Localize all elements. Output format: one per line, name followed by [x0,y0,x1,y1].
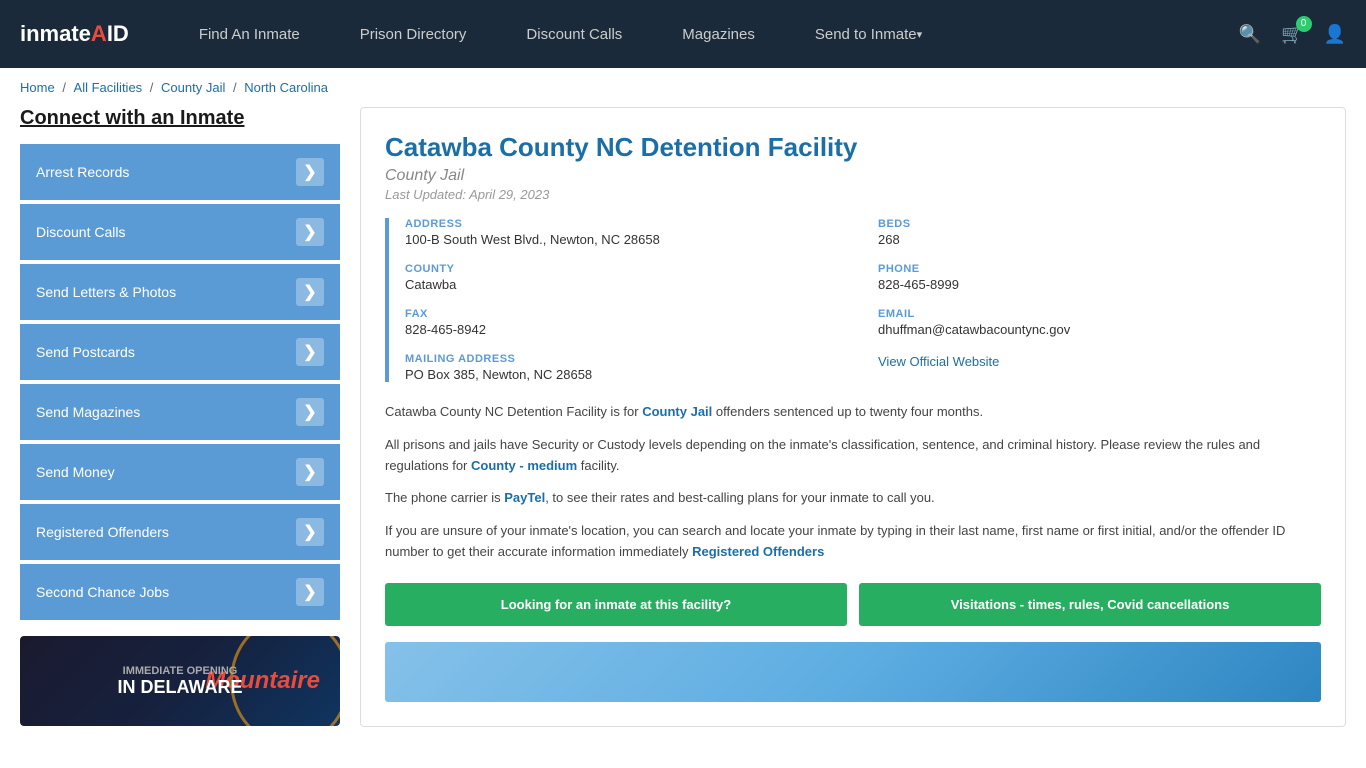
chevron-right-icon: ❯ [296,278,324,306]
sidebar-item-send-magazines[interactable]: Send Magazines ❯ [20,384,340,440]
nav-links: Find An Inmate Prison Directory Discount… [169,0,1239,68]
beds-value: 268 [878,232,1321,247]
paytel-link[interactable]: PayTel [504,490,545,505]
logo[interactable]: inmateAID [20,21,129,47]
visitations-button[interactable]: Visitations - times, rules, Covid cancel… [859,583,1321,626]
nav-send-to-inmate[interactable]: Send to Inmate [785,0,952,68]
sidebar-item-second-chance-jobs[interactable]: Second Chance Jobs ❯ [20,564,340,620]
nav-prison-directory[interactable]: Prison Directory [330,0,497,68]
registered-offenders-link[interactable]: Registered Offenders [692,544,824,559]
beds-field: BEDS 268 [878,218,1321,247]
sidebar-item-send-letters[interactable]: Send Letters & Photos ❯ [20,264,340,320]
main-container: Connect with an Inmate Arrest Records ❯ … [0,107,1366,747]
phone-label: PHONE [878,263,1321,275]
phone-field: PHONE 828-465-8999 [878,263,1321,292]
desc-para-2: All prisons and jails have Security or C… [385,435,1321,477]
mailing-field: MAILING ADDRESS PO Box 385, Newton, NC 2… [405,353,848,382]
nav-discount-calls[interactable]: Discount Calls [496,0,652,68]
breadcrumb-north-carolina[interactable]: North Carolina [244,80,328,95]
desc-para-1: Catawba County NC Detention Facility is … [385,402,1321,423]
chevron-right-icon: ❯ [296,458,324,486]
facility-image-strip [385,642,1321,702]
facility-content: Catawba County NC Detention Facility Cou… [360,107,1346,727]
website-field: View Official Website [878,353,1321,382]
address-value: 100-B South West Blvd., Newton, NC 28658 [405,232,848,247]
fax-label: FAX [405,308,848,320]
facility-updated: Last Updated: April 29, 2023 [385,187,1321,202]
sidebar: Connect with an Inmate Arrest Records ❯ … [20,107,340,727]
nav-icons: 🔍 🛒 0 👤 [1239,24,1346,45]
cart-badge: 0 [1296,16,1312,32]
chevron-right-icon: ❯ [296,578,324,606]
phone-value: 828-465-8999 [878,277,1321,292]
nav-magazines[interactable]: Magazines [652,0,785,68]
email-field: EMAIL dhuffman@catawbacountync.gov [878,308,1321,337]
breadcrumb-county-jail[interactable]: County Jail [161,80,225,95]
banner-line1: IMMEDIATE OPENING [117,665,242,677]
address-field: ADDRESS 100-B South West Blvd., Newton, … [405,218,848,247]
chevron-right-icon: ❯ [296,518,324,546]
county-label: COUNTY [405,263,848,275]
address-label: ADDRESS [405,218,848,230]
mailing-value: PO Box 385, Newton, NC 28658 [405,367,848,382]
action-buttons: Looking for an inmate at this facility? … [385,583,1321,626]
breadcrumb: Home / All Facilities / County Jail / No… [0,68,1366,107]
county-jail-link-1[interactable]: County Jail [642,404,712,419]
email-label: EMAIL [878,308,1321,320]
sidebar-item-registered-offenders[interactable]: Registered Offenders ❯ [20,504,340,560]
county-field: COUNTY Catawba [405,263,848,292]
nav-find-inmate[interactable]: Find An Inmate [169,0,330,68]
cart-icon[interactable]: 🛒 0 [1281,24,1303,45]
desc-para-3: The phone carrier is PayTel, to see thei… [385,488,1321,509]
email-value: dhuffman@catawbacountync.gov [878,322,1321,337]
facility-description: Catawba County NC Detention Facility is … [385,402,1321,563]
facility-type: County Jail [385,167,1321,185]
banner-text: IMMEDIATE OPENING IN DELAWARE [117,665,242,698]
fax-field: FAX 828-465-8942 [405,308,848,337]
banner-line2: IN DELAWARE [117,677,242,698]
find-inmate-button[interactable]: Looking for an inmate at this facility? [385,583,847,626]
chevron-right-icon: ❯ [296,398,324,426]
info-grid: ADDRESS 100-B South West Blvd., Newton, … [385,218,1321,382]
sidebar-title: Connect with an Inmate [20,107,340,130]
sidebar-item-send-postcards[interactable]: Send Postcards ❯ [20,324,340,380]
beds-label: BEDS [878,218,1321,230]
breadcrumb-all-facilities[interactable]: All Facilities [74,80,143,95]
breadcrumb-home[interactable]: Home [20,80,55,95]
chevron-right-icon: ❯ [296,158,324,186]
official-website-link[interactable]: View Official Website [878,354,999,369]
chevron-right-icon: ❯ [296,338,324,366]
fax-value: 828-465-8942 [405,322,848,337]
user-icon[interactable]: 👤 [1324,24,1346,45]
chevron-right-icon: ❯ [296,218,324,246]
search-icon[interactable]: 🔍 [1239,24,1261,45]
mailing-label: MAILING ADDRESS [405,353,848,365]
sidebar-item-discount-calls[interactable]: Discount Calls ❯ [20,204,340,260]
sidebar-menu: Arrest Records ❯ Discount Calls ❯ Send L… [20,144,340,620]
logo-text: inmateAID [20,21,129,46]
sidebar-item-arrest-records[interactable]: Arrest Records ❯ [20,144,340,200]
county-medium-link[interactable]: County - medium [471,458,577,473]
sidebar-banner: IMMEDIATE OPENING IN DELAWARE Mountaire [20,636,340,726]
navbar: inmateAID Find An Inmate Prison Director… [0,0,1366,68]
facility-title: Catawba County NC Detention Facility [385,132,1321,163]
sidebar-item-send-money[interactable]: Send Money ❯ [20,444,340,500]
desc-para-4: If you are unsure of your inmate's locat… [385,521,1321,563]
county-value: Catawba [405,277,848,292]
